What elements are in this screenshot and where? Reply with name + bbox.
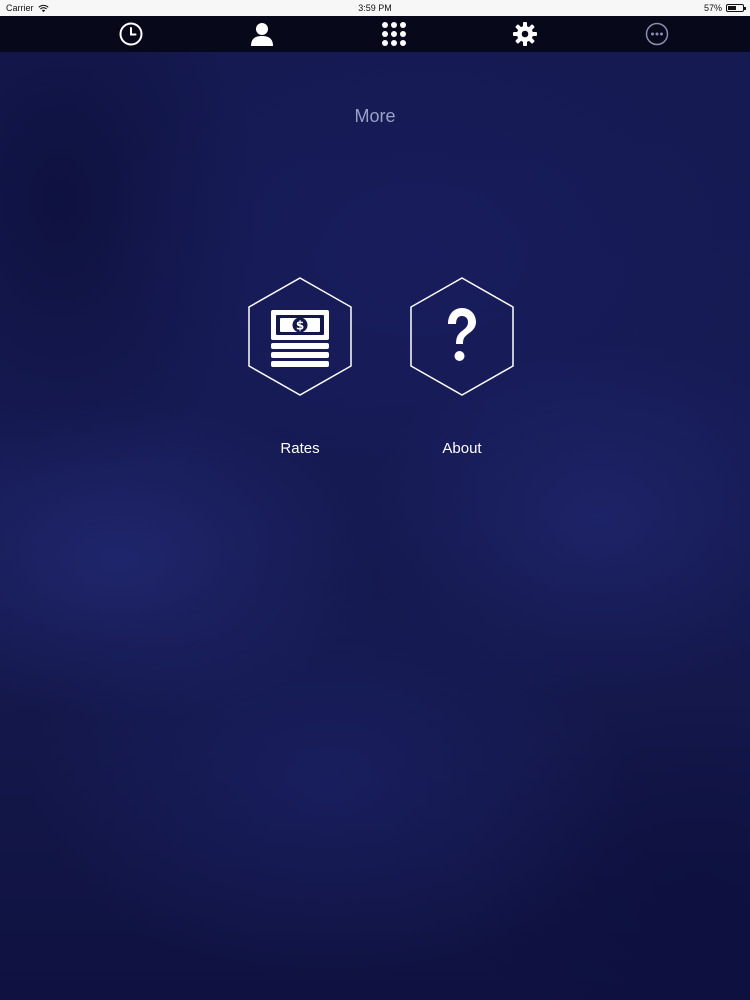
more-icon: [645, 22, 669, 46]
battery-icon: [726, 4, 746, 12]
rates-label: Rates: [280, 440, 320, 457]
clock-icon: [119, 22, 143, 46]
rates-hexagon: $: [248, 277, 352, 396]
tab-bar: [0, 16, 750, 52]
tab-history[interactable]: [111, 16, 151, 52]
battery-percent: 57%: [703, 3, 722, 13]
svg-text:$: $: [296, 319, 304, 333]
background: [0, 0, 750, 1000]
tab-apps[interactable]: [374, 16, 414, 52]
tab-more[interactable]: [637, 16, 677, 52]
battery-fill: [728, 6, 736, 10]
money-stack-icon: $: [271, 310, 329, 367]
question-icon: [448, 308, 476, 361]
status-right: 57%: [703, 0, 746, 16]
page-title: More: [354, 106, 396, 126]
tab-settings[interactable]: [505, 16, 545, 52]
rates-item[interactable]: $ Rates: [240, 276, 360, 476]
person-icon: [251, 23, 273, 46]
gear-icon: [513, 22, 537, 46]
status-bar: Carrier 3:59 PM 57%: [0, 0, 750, 16]
about-label: About: [442, 440, 482, 457]
battery-tip: [744, 7, 746, 10]
about-hexagon: [410, 277, 514, 396]
tab-account[interactable]: [242, 16, 282, 52]
about-item[interactable]: About: [402, 276, 522, 476]
grid-icon: [382, 22, 406, 46]
status-time: 3:59 PM: [358, 3, 392, 13]
